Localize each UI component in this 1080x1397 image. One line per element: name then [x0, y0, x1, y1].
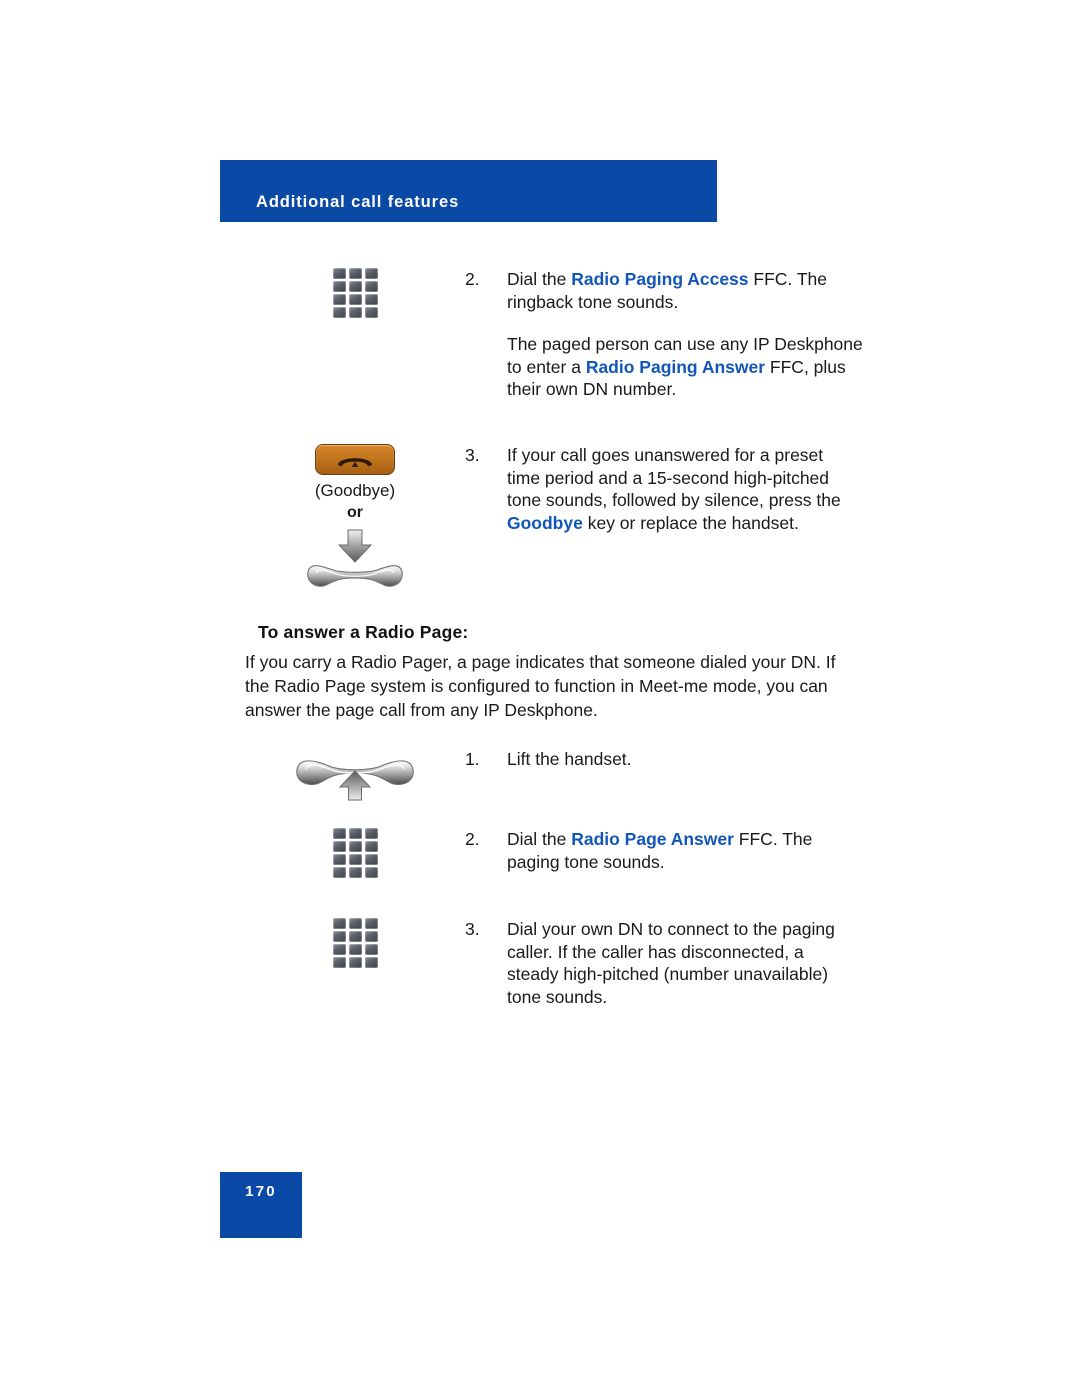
- keypad-icon: [332, 268, 378, 318]
- arrow-down-icon: [337, 529, 373, 563]
- keypad-key: [332, 918, 346, 929]
- keypad-key: [364, 957, 378, 968]
- text-run: Dial your own DN to connect to the pagin…: [507, 919, 835, 1007]
- highlighted-term: Radio Page Answer: [571, 829, 734, 849]
- step-number: 2.: [465, 829, 480, 849]
- keypad-key: [332, 268, 346, 279]
- step-paragraph: Dial the Radio Page Answer FFC. The pagi…: [507, 828, 867, 873]
- keypad-icon: [332, 828, 378, 878]
- step-paragraph: Lift the handset.: [507, 748, 877, 771]
- keypad-key: [332, 957, 346, 968]
- goodbye-icon-stack: (Goodbye) or: [300, 444, 410, 599]
- keypad-key: [348, 867, 362, 878]
- arrow-up-icon: [338, 770, 372, 801]
- step-row: 2. Dial the Radio Paging Access FFC. The…: [245, 268, 863, 401]
- keypad-key: [348, 854, 362, 865]
- highlighted-term: Radio Paging Access: [571, 269, 749, 289]
- step-paragraph: Dial your own DN to connect to the pagin…: [507, 918, 837, 1008]
- section-paragraph: If you carry a Radio Pager, a page indic…: [245, 650, 845, 722]
- step-text-cell: 3. If your call goes unanswered for a pr…: [465, 444, 855, 534]
- keypad-key: [332, 841, 346, 852]
- goodbye-icon-caption: (Goodbye): [314, 481, 396, 500]
- text-run: Dial the: [507, 269, 572, 289]
- keypad-key: [348, 841, 362, 852]
- keypad-key: [364, 931, 378, 942]
- keypad-key: [364, 307, 378, 318]
- keypad-key: [332, 931, 346, 942]
- section-paragraph-text: If you carry a Radio Pager, a page indic…: [245, 652, 836, 720]
- step-icon-cell: (Goodbye) or: [245, 444, 465, 599]
- step-row: (Goodbye) or 3. If your call goes unansw…: [245, 444, 855, 599]
- replace-handset-icon: [300, 528, 410, 599]
- text-run: key or replace the handset.: [582, 512, 799, 533]
- keypad-key: [348, 294, 362, 305]
- keypad-key: [364, 918, 378, 929]
- step-number: 3.: [465, 919, 480, 939]
- highlighted-term: Goodbye: [507, 512, 583, 533]
- page-header-banner: Additional call features: [220, 160, 717, 222]
- step-text-cell: 2. Dial the Radio Paging Access FFC. The…: [465, 268, 877, 401]
- step-icon-cell: [245, 918, 465, 968]
- keypad-key: [348, 957, 362, 968]
- keypad-key: [348, 931, 362, 942]
- keypad-key: [364, 854, 378, 865]
- keypad-icon: [332, 918, 378, 968]
- step-text-cell: 3. Dial your own DN to connect to the pa…: [465, 918, 837, 1008]
- keypad-key: [364, 841, 378, 852]
- keypad-key: [348, 918, 362, 929]
- keypad-key: [348, 944, 362, 955]
- text-run: Dial the: [507, 829, 572, 849]
- keypad-key: [332, 828, 346, 839]
- step-paragraph: Dial the Radio Paging Access FFC. The ri…: [507, 268, 877, 313]
- page-number-badge: 170: [220, 1172, 302, 1238]
- page-header-title: Additional call features: [256, 193, 460, 211]
- page-number: 170: [245, 1183, 277, 1200]
- keypad-key: [332, 854, 346, 865]
- step-paragraph: If your call goes unanswered for a prese…: [507, 444, 855, 534]
- handset-down-glyph: [338, 457, 372, 467]
- step-number: 1.: [465, 749, 480, 769]
- step-icon-cell: [245, 828, 465, 878]
- keypad-key: [364, 268, 378, 279]
- step-text-cell: 2. Dial the Radio Page Answer FFC. The p…: [465, 828, 867, 873]
- keypad-key: [332, 294, 346, 305]
- step-text: Dial the Radio Page Answer FFC. The pagi…: [507, 828, 867, 873]
- keypad-key: [364, 828, 378, 839]
- step-number: 2.: [465, 269, 480, 289]
- keypad-key: [364, 281, 378, 292]
- text-run: Lift the handset.: [507, 749, 632, 769]
- lift-handset-icon: [291, 748, 419, 807]
- keypad-key: [348, 268, 362, 279]
- step-icon-cell: [245, 268, 465, 318]
- keypad-key: [332, 307, 346, 318]
- goodbye-key-icon[interactable]: [315, 444, 395, 475]
- step-number: 3.: [465, 445, 480, 465]
- step-text: If your call goes unanswered for a prese…: [507, 444, 855, 534]
- step-text: Lift the handset.: [507, 748, 877, 771]
- keypad-key: [332, 281, 346, 292]
- section-heading: To answer a Radio Page:: [258, 622, 469, 642]
- step-text: Dial the Radio Paging Access FFC. The ri…: [507, 268, 877, 401]
- keypad-key: [364, 294, 378, 305]
- step-icon-cell: [245, 748, 465, 807]
- keypad-key: [364, 944, 378, 955]
- keypad-key: [348, 307, 362, 318]
- keypad-key: [348, 281, 362, 292]
- text-run: If your call goes unanswered for a prese…: [507, 445, 841, 510]
- step-text-cell: 1. Lift the handset.: [465, 748, 877, 771]
- step-paragraph: The paged person can use any IP Deskphon…: [507, 333, 877, 401]
- lift-handset-glyph: [296, 760, 414, 801]
- handset-shape: [307, 565, 403, 587]
- keypad-key: [348, 828, 362, 839]
- step-row: 2. Dial the Radio Page Answer FFC. The p…: [245, 828, 855, 878]
- step-row: 1. Lift the handset.: [245, 748, 855, 807]
- keypad-key: [332, 867, 346, 878]
- step-row: 3. Dial your own DN to connect to the pa…: [245, 918, 855, 1008]
- goodbye-or-label: or: [347, 504, 363, 521]
- replace-handset-glyph: [307, 529, 403, 587]
- keypad-key: [364, 867, 378, 878]
- highlighted-term: Radio Paging Answer: [585, 356, 766, 377]
- keypad-key: [332, 944, 346, 955]
- step-text: Dial your own DN to connect to the pagin…: [507, 918, 837, 1008]
